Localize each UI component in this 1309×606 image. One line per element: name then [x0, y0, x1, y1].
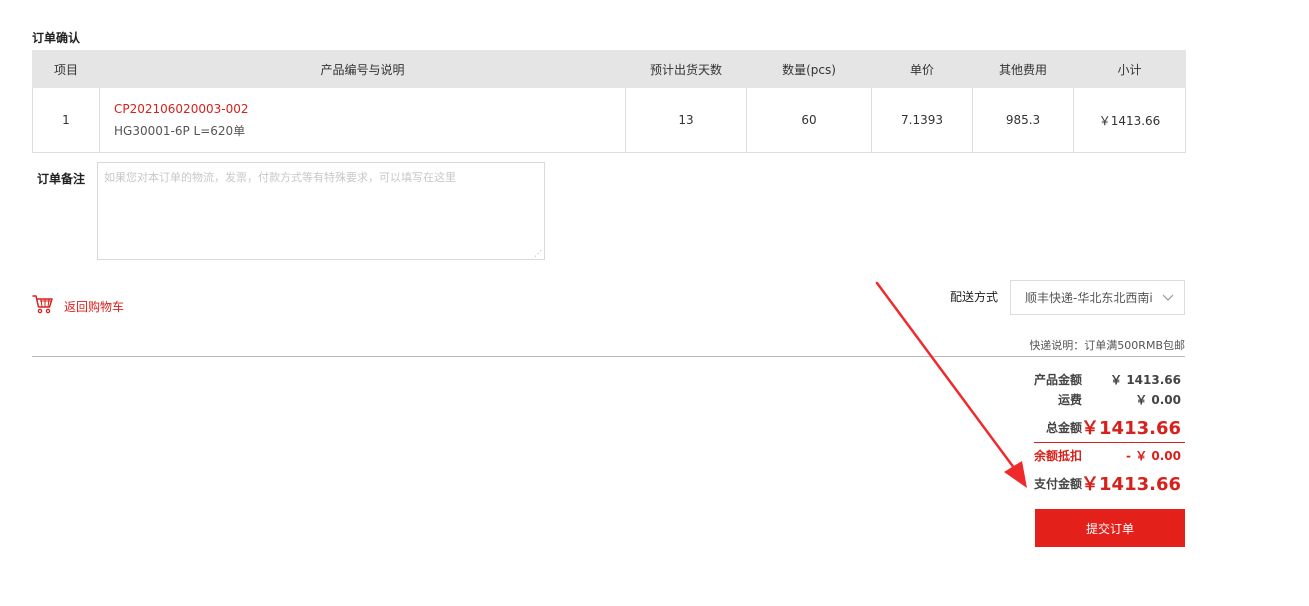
header-days: 预计出货天数 — [625, 50, 747, 88]
shipping-method-select[interactable]: 顺丰快递-华北东北西南i — [1010, 280, 1185, 315]
summary-divider — [32, 356, 1185, 357]
header-index: 项目 — [32, 50, 100, 88]
header-unit-price: 单价 — [871, 50, 973, 88]
shipping-selected-value: 顺丰快递-华北东北西南i — [1025, 291, 1153, 305]
header-other-fee: 其他费用 — [972, 50, 1074, 88]
cell-unit-price: 7.1393 — [871, 87, 973, 153]
shipping-note: 快递说明：订单满500RMB包邮 — [1029, 339, 1185, 352]
freight-label: 运费 — [1057, 393, 1082, 407]
header-product: 产品编号与说明 — [99, 50, 626, 88]
cell-other-fee: 985.3 — [972, 87, 1074, 153]
order-table: 项目 产品编号与说明 预计出货天数 数量(pcs) 单价 其他费用 小计 1 C… — [32, 50, 1186, 153]
total-value: ￥1413.66 — [1081, 418, 1181, 439]
page-title: 订单确认 — [32, 31, 81, 45]
pay-label: 支付金额 — [1033, 477, 1082, 491]
cell-qty: 60 — [746, 87, 872, 153]
total-underline — [1034, 442, 1185, 443]
product-code-link[interactable]: CP202106020003-002 — [114, 102, 625, 116]
product-amount-value: ￥ 1413.66 — [1110, 373, 1181, 387]
cell-subtotal: ￥1413.66 — [1073, 87, 1186, 153]
cell-product: CP202106020003-002 HG30001-6P L=620单 — [99, 87, 626, 153]
back-to-cart-link[interactable]: 返回购物车 — [32, 293, 124, 319]
resize-grip-icon[interactable]: ⋰ — [534, 249, 544, 259]
cell-index: 1 — [32, 87, 100, 153]
cell-days: 13 — [625, 87, 747, 153]
total-label: 总金额 — [1045, 421, 1082, 435]
balance-value: - ￥ 0.00 — [1126, 449, 1181, 463]
balance-label: 余额抵扣 — [1033, 449, 1082, 463]
table-row: 1 CP202106020003-002 HG30001-6P L=620单 1… — [32, 87, 1186, 153]
remark-label: 订单备注 — [37, 172, 86, 186]
back-to-cart-label: 返回购物车 — [64, 299, 125, 314]
table-header-row: 项目 产品编号与说明 预计出货天数 数量(pcs) 单价 其他费用 小计 — [32, 50, 1186, 88]
submit-order-button[interactable]: 提交订单 — [1035, 509, 1185, 547]
freight-value: ￥ 0.00 — [1135, 393, 1181, 407]
header-qty: 数量(pcs) — [746, 50, 872, 88]
pay-value: ￥1413.66 — [1081, 474, 1181, 495]
product-desc: HG30001-6P L=620单 — [114, 123, 246, 138]
cart-icon — [32, 293, 54, 319]
chevron-down-icon — [1162, 292, 1174, 306]
remark-textarea[interactable] — [97, 162, 545, 260]
header-subtotal: 小计 — [1073, 50, 1186, 88]
shipping-label: 配送方式 — [950, 290, 999, 304]
product-amount-label: 产品金额 — [1033, 373, 1082, 387]
